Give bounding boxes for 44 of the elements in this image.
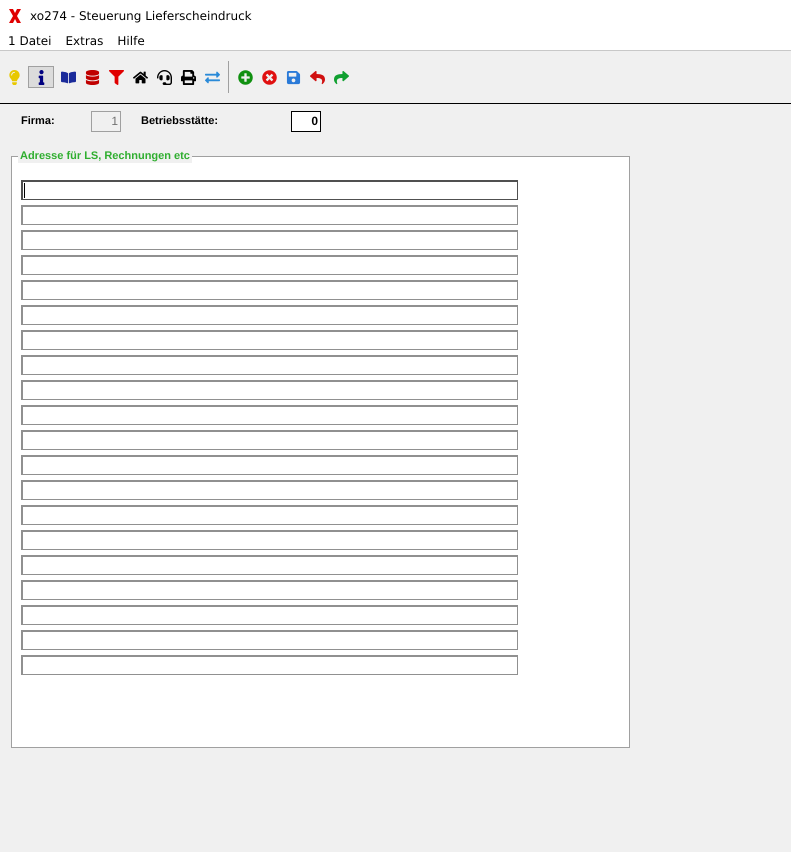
address-line-field[interactable] — [21, 530, 518, 550]
betriebsstaette-field[interactable]: 0 — [291, 111, 321, 132]
address-line-field[interactable] — [21, 580, 518, 600]
address-line-field[interactable] — [21, 555, 518, 575]
field-label: Firma: — [21, 114, 56, 130]
group-title: Adresse für LS, Rechnungen etc — [18, 149, 192, 163]
address-line-field[interactable] — [21, 430, 518, 450]
book-icon — [60, 70, 76, 84]
undo-icon — [310, 70, 324, 84]
address-line-field[interactable] — [21, 480, 518, 500]
address-line-field[interactable] — [21, 205, 518, 225]
menu-item[interactable]: 1 Datei — [8, 32, 52, 50]
window-title: xo274 - Steuerung Lieferscheindruck — [30, 8, 252, 25]
app-logo-icon — [8, 8, 22, 24]
redo-icon — [334, 70, 348, 84]
address-line-field[interactable] — [21, 455, 518, 475]
field-label: Betriebsstätte: — [141, 114, 220, 130]
address-line-field[interactable] — [21, 330, 518, 350]
add-icon — [238, 70, 252, 84]
menu-item[interactable]: Extras — [65, 32, 104, 50]
address-line-field[interactable] — [21, 230, 518, 250]
save-icon — [286, 70, 300, 84]
address-line-field[interactable] — [21, 280, 518, 300]
address-line-field[interactable] — [21, 305, 518, 325]
home-icon — [132, 70, 148, 84]
address-line-field[interactable] — [21, 505, 518, 525]
database-icon — [84, 70, 100, 84]
toolbar-button[interactable] — [28, 66, 54, 88]
bulb-icon — [6, 70, 22, 84]
headset-icon — [156, 70, 172, 84]
printer-icon — [180, 70, 196, 84]
menu-item[interactable]: Hilfe — [117, 32, 145, 50]
arrows-icon — [204, 70, 220, 84]
address-line-field[interactable] — [21, 180, 518, 200]
address-line-field[interactable] — [21, 630, 518, 650]
filter-icon — [108, 70, 124, 84]
address-line-field[interactable] — [21, 380, 518, 400]
address-line-field[interactable] — [21, 655, 518, 675]
address-line-field[interactable] — [21, 255, 518, 275]
address-line-field[interactable] — [21, 405, 518, 425]
address-line-field[interactable] — [21, 605, 518, 625]
address-line-field[interactable] — [21, 355, 518, 375]
text-cursor — [24, 183, 25, 198]
delete-icon — [262, 70, 276, 84]
